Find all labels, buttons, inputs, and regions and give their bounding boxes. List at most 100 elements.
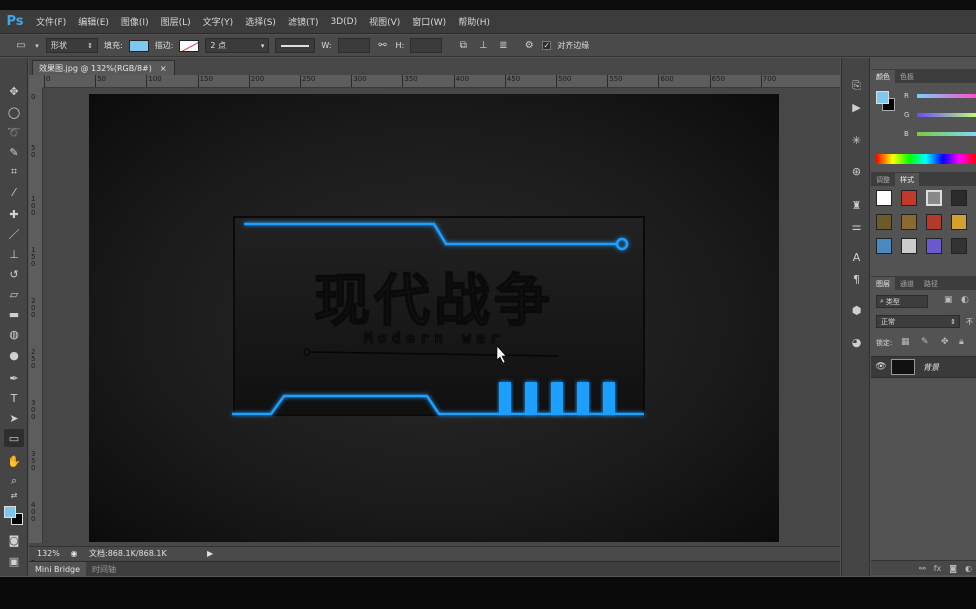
play-icon[interactable]: ▶ bbox=[207, 549, 213, 558]
ruler-horizontal[interactable]: 0 50 100 150 200 250 300 350 400 450 500 550 600 650 7… bbox=[43, 75, 840, 88]
style-swatch[interactable] bbox=[901, 190, 917, 206]
height-input[interactable] bbox=[410, 38, 443, 53]
paragraph-panel-icon[interactable]: ¶ bbox=[848, 272, 865, 287]
blur-icon[interactable]: ◍ bbox=[4, 325, 24, 343]
tab-styles[interactable]: 样式 bbox=[895, 173, 919, 186]
slider-blue[interactable]: B bbox=[871, 127, 976, 141]
chevron-down-icon[interactable]: ▾ bbox=[34, 39, 40, 53]
canvas-viewport[interactable]: 现代战争 Modern war bbox=[43, 89, 840, 543]
width-input[interactable] bbox=[337, 38, 370, 53]
ruler-origin[interactable] bbox=[29, 75, 43, 88]
character-panel-icon[interactable]: A bbox=[848, 250, 865, 265]
gradient-icon[interactable]: ▬ bbox=[4, 305, 24, 323]
tab-color[interactable]: 颜色 bbox=[871, 70, 895, 83]
tab-paths[interactable]: 路径 bbox=[919, 277, 943, 290]
layer-name[interactable]: 背景 bbox=[923, 362, 939, 373]
path-select-icon[interactable]: ➤ bbox=[4, 409, 24, 427]
swap-colors-icon[interactable]: ⇄ bbox=[4, 490, 24, 500]
menu-help[interactable]: 帮助(H) bbox=[452, 15, 496, 28]
history-panel-icon[interactable]: ⎘ bbox=[848, 78, 865, 93]
layer-kind-filter[interactable]: ⌕ 类型 bbox=[876, 295, 928, 308]
elliptical-marquee-icon[interactable]: ◯ bbox=[4, 103, 24, 121]
path-operations-icon[interactable]: ⧉ bbox=[456, 39, 470, 53]
blend-mode-select[interactable]: 正常 ⇕ bbox=[876, 315, 960, 328]
menu-select[interactable]: 选择(S) bbox=[239, 15, 282, 28]
color-wheel-icon[interactable]: ◕ bbox=[848, 335, 865, 350]
tab-mini-bridge[interactable]: Mini Bridge bbox=[29, 561, 87, 577]
dodge-icon[interactable]: ● bbox=[4, 346, 24, 364]
pen-icon[interactable]: ✒ bbox=[4, 369, 24, 387]
menu-view[interactable]: 视图(V) bbox=[363, 15, 406, 28]
layer-row-background[interactable]: 👁︎ 背景 bbox=[871, 356, 976, 378]
tool-mode-select[interactable]: 形状 ⇕ bbox=[46, 38, 98, 53]
fill-color-swatch[interactable] bbox=[128, 39, 149, 52]
adjustment-layer-icon[interactable]: ◐ bbox=[965, 564, 972, 573]
stroke-width-input[interactable]: 2 点 ▾ bbox=[205, 38, 270, 53]
style-swatch[interactable] bbox=[876, 238, 892, 254]
status-menu-icon[interactable]: ◉ bbox=[67, 549, 81, 558]
type-tool-icon[interactable]: T bbox=[4, 389, 24, 407]
quick-mask-icon[interactable]: ◙ bbox=[4, 531, 24, 549]
rectangle-tool-icon[interactable]: ▭ bbox=[4, 429, 24, 447]
actions-panel-icon[interactable]: ▶ bbox=[848, 100, 865, 115]
lock-pixels-icon[interactable]: ▦ bbox=[901, 337, 910, 347]
lock-position-icon[interactable]: ✥ bbox=[941, 337, 949, 347]
move-tool-icon[interactable]: ✥ bbox=[4, 82, 24, 100]
style-swatch[interactable] bbox=[901, 214, 917, 230]
lock-all-icon[interactable]: 🔒︎ bbox=[959, 337, 964, 347]
stroke-color-swatch[interactable] bbox=[179, 39, 200, 52]
slider-green[interactable]: G bbox=[871, 108, 976, 122]
brush-presets-icon[interactable]: ✳ bbox=[848, 133, 865, 148]
layer-mask-icon[interactable]: ◙ bbox=[949, 564, 957, 573]
menu-layer[interactable]: 图层(L) bbox=[155, 15, 197, 28]
3d-panel-icon[interactable]: ⬢ bbox=[848, 303, 865, 318]
style-swatch[interactable] bbox=[951, 238, 967, 254]
tab-adjustments[interactable]: 调整 bbox=[871, 173, 895, 186]
tool-presets-icon[interactable]: ♜ bbox=[848, 198, 865, 213]
style-swatch[interactable] bbox=[926, 190, 942, 206]
stroke-type-select[interactable] bbox=[275, 38, 316, 53]
eye-icon[interactable]: 👁︎ bbox=[871, 362, 891, 372]
gear-icon[interactable]: ⚙ bbox=[522, 39, 536, 53]
style-swatch[interactable] bbox=[876, 190, 892, 206]
tab-channels[interactable]: 通道 bbox=[895, 277, 919, 290]
style-swatch[interactable] bbox=[951, 214, 967, 230]
rectangle-tool-preset-icon[interactable]: ▭ bbox=[14, 39, 28, 53]
clone-stamp-icon[interactable]: ⊥ bbox=[4, 245, 24, 263]
menu-3d[interactable]: 3D(D) bbox=[324, 17, 363, 27]
healing-brush-icon[interactable]: ✚ bbox=[4, 205, 24, 223]
style-swatch[interactable] bbox=[951, 190, 967, 206]
zoom-tool-icon[interactable]: ⌕ bbox=[4, 472, 24, 490]
menu-window[interactable]: 窗口(W) bbox=[406, 15, 452, 28]
adjustments-icon[interactable]: ⚌ bbox=[848, 219, 865, 234]
link-layers-icon[interactable]: ⚯ bbox=[919, 564, 926, 573]
ruler-vertical[interactable]: 050100150200250300350400450 bbox=[29, 88, 43, 574]
layer-fx-icon[interactable]: fx bbox=[934, 564, 942, 573]
adjustment-filter-icon[interactable]: ◐ bbox=[961, 295, 969, 305]
lock-paint-icon[interactable]: ✎ bbox=[921, 337, 929, 347]
hand-tool-icon[interactable]: ✋ bbox=[4, 452, 24, 470]
quick-select-icon[interactable]: ✎ bbox=[4, 143, 24, 161]
path-arrangement-icon[interactable]: ≣ bbox=[496, 39, 510, 53]
menu-edit[interactable]: 编辑(E) bbox=[72, 15, 115, 28]
tab-timeline[interactable]: 时间轴 bbox=[86, 562, 122, 577]
image-canvas[interactable]: 现代战争 Modern war bbox=[89, 94, 779, 542]
link-icon[interactable]: ⚯ bbox=[376, 39, 390, 53]
style-swatch[interactable] bbox=[901, 238, 917, 254]
crop-icon[interactable]: ⌗ bbox=[4, 163, 24, 181]
tab-layers[interactable]: 图层 bbox=[871, 277, 895, 290]
style-swatch[interactable] bbox=[876, 214, 892, 230]
pixel-filter-icon[interactable]: ▣ bbox=[944, 295, 953, 305]
zoom-level[interactable]: 132% bbox=[29, 549, 67, 558]
screen-mode-icon[interactable]: ▣ bbox=[4, 552, 24, 570]
document-tab[interactable]: 效果图.jpg @ 132%(RGB/8#) × bbox=[32, 60, 175, 75]
eyedropper-icon[interactable]: ⁄ bbox=[4, 183, 24, 201]
menu-image[interactable]: 图像(I) bbox=[115, 15, 155, 28]
panel-fg-swatch[interactable] bbox=[876, 91, 889, 104]
align-edges-checkbox[interactable]: ✓ bbox=[542, 41, 552, 50]
color-spectrum-bar[interactable] bbox=[876, 154, 976, 164]
menu-type[interactable]: 文字(Y) bbox=[197, 15, 240, 28]
tab-swatches[interactable]: 色板 bbox=[895, 70, 919, 83]
style-swatch[interactable] bbox=[926, 238, 942, 254]
path-alignment-icon[interactable]: ⊥ bbox=[476, 39, 490, 53]
